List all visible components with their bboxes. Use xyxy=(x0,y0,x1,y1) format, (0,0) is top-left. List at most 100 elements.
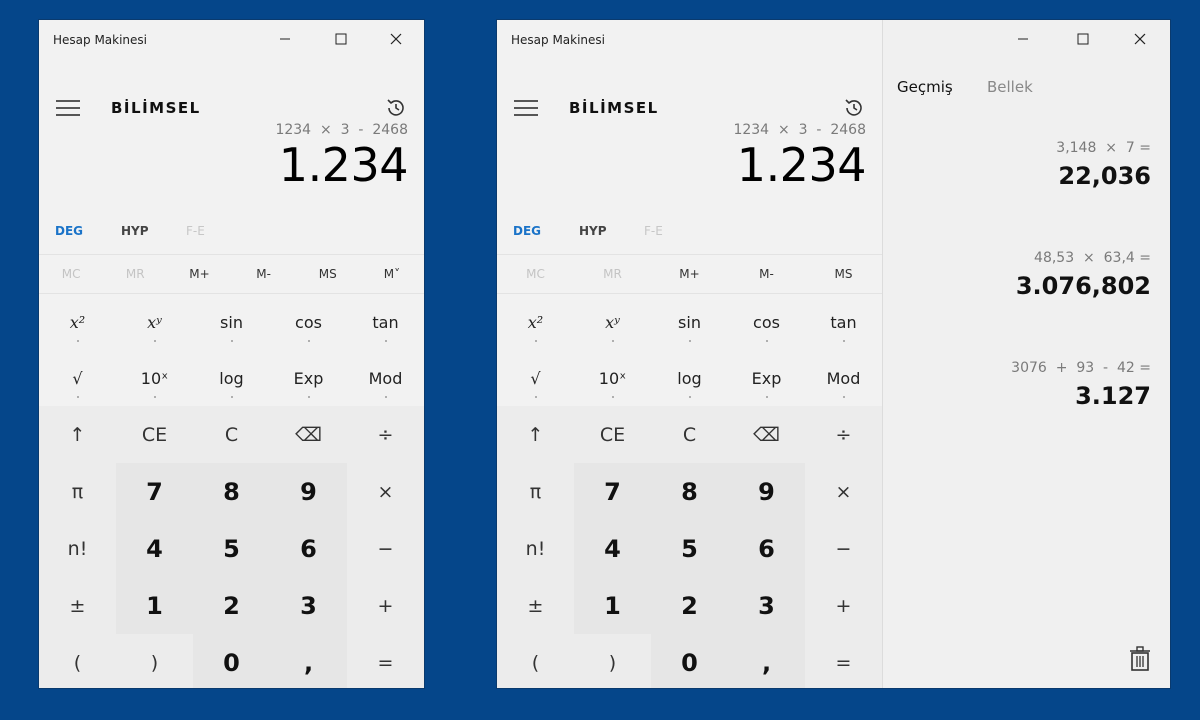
digit-4-button[interactable]: 4 xyxy=(574,520,651,577)
square-button[interactable]: x² xyxy=(497,294,574,350)
digit-2-button[interactable]: 2 xyxy=(651,577,728,634)
equals-button[interactable]: = xyxy=(805,634,882,688)
maximize-button[interactable] xyxy=(1058,24,1108,54)
square-button[interactable]: x² xyxy=(39,294,116,350)
cos-button[interactable]: cos xyxy=(270,294,347,350)
exp-button[interactable]: Exp xyxy=(728,350,805,406)
tan-button[interactable]: tan xyxy=(347,294,424,350)
digit-9-button[interactable]: 9 xyxy=(270,463,347,520)
cos-button[interactable]: cos xyxy=(728,294,805,350)
fe-button[interactable]: F-E xyxy=(644,224,663,238)
ten-power-button[interactable]: 10ˣ xyxy=(116,350,193,406)
maximize-button[interactable] xyxy=(316,24,366,54)
sqrt-button[interactable]: √ xyxy=(497,350,574,406)
pi-button[interactable]: π xyxy=(39,463,116,520)
ms-button[interactable]: MS xyxy=(296,255,360,293)
m-minus-button[interactable]: M- xyxy=(728,255,805,293)
ce-button[interactable]: CE xyxy=(574,406,651,463)
digit-3-button[interactable]: 3 xyxy=(728,577,805,634)
mr-button[interactable]: MR xyxy=(103,255,167,293)
digit-0-button[interactable]: 0 xyxy=(193,634,270,688)
tan-button[interactable]: tan xyxy=(805,294,882,350)
multiply-button[interactable]: × xyxy=(347,463,424,520)
digit-9-button[interactable]: 9 xyxy=(728,463,805,520)
memory-dropdown-button[interactable]: M˅ xyxy=(360,255,424,293)
digit-4-button[interactable]: 4 xyxy=(116,520,193,577)
plus-minus-button[interactable]: ± xyxy=(497,577,574,634)
digit-1-button[interactable]: 1 xyxy=(574,577,651,634)
divide-button[interactable]: ÷ xyxy=(347,406,424,463)
m-minus-button[interactable]: M- xyxy=(232,255,296,293)
sqrt-button[interactable]: √ xyxy=(39,350,116,406)
shift-button[interactable]: ↑ xyxy=(39,406,116,463)
clear-button[interactable]: C xyxy=(193,406,270,463)
equals-button[interactable]: = xyxy=(347,634,424,688)
hyp-button[interactable]: HYP xyxy=(579,224,607,238)
deg-button[interactable]: DEG xyxy=(55,224,83,238)
subtract-button[interactable]: − xyxy=(347,520,424,577)
hamburger-icon[interactable] xyxy=(513,98,539,118)
sin-button[interactable]: sin xyxy=(193,294,270,350)
add-button[interactable]: + xyxy=(805,577,882,634)
digit-6-button[interactable]: 6 xyxy=(270,520,347,577)
history-item[interactable]: 48,53 × 63,4 = 3.076,802 xyxy=(1016,250,1151,300)
digit-7-button[interactable]: 7 xyxy=(116,463,193,520)
mr-button[interactable]: MR xyxy=(574,255,651,293)
subtract-button[interactable]: − xyxy=(805,520,882,577)
digit-7-button[interactable]: 7 xyxy=(574,463,651,520)
mc-button[interactable]: MC xyxy=(497,255,574,293)
log-button[interactable]: log xyxy=(651,350,728,406)
factorial-button[interactable]: n! xyxy=(39,520,116,577)
pi-button[interactable]: π xyxy=(497,463,574,520)
digit-3-button[interactable]: 3 xyxy=(270,577,347,634)
backspace-button[interactable]: ⌫ xyxy=(728,406,805,463)
minimize-button[interactable] xyxy=(260,24,310,54)
ten-power-button[interactable]: 10ˣ xyxy=(574,350,651,406)
mod-button[interactable]: Mod xyxy=(347,350,424,406)
mc-button[interactable]: MC xyxy=(39,255,103,293)
open-paren-button[interactable]: ( xyxy=(497,634,574,688)
factorial-button[interactable]: n! xyxy=(497,520,574,577)
fe-button[interactable]: F-E xyxy=(186,224,205,238)
digit-6-button[interactable]: 6 xyxy=(728,520,805,577)
hamburger-icon[interactable] xyxy=(55,98,81,118)
history-icon[interactable] xyxy=(384,96,408,120)
digit-0-button[interactable]: 0 xyxy=(651,634,728,688)
power-button[interactable]: xʸ xyxy=(116,294,193,350)
digit-8-button[interactable]: 8 xyxy=(193,463,270,520)
decimal-button[interactable]: , xyxy=(270,634,347,688)
close-paren-button[interactable]: ) xyxy=(116,634,193,688)
exp-button[interactable]: Exp xyxy=(270,350,347,406)
close-button[interactable] xyxy=(371,24,421,54)
multiply-button[interactable]: × xyxy=(805,463,882,520)
m-plus-button[interactable]: M+ xyxy=(167,255,231,293)
add-button[interactable]: + xyxy=(347,577,424,634)
history-icon[interactable] xyxy=(842,96,866,120)
close-paren-button[interactable]: ) xyxy=(574,634,651,688)
tab-memory[interactable]: Bellek xyxy=(987,78,1033,96)
decimal-button[interactable]: , xyxy=(728,634,805,688)
sin-button[interactable]: sin xyxy=(651,294,728,350)
backspace-button[interactable]: ⌫ xyxy=(270,406,347,463)
ce-button[interactable]: CE xyxy=(116,406,193,463)
mod-button[interactable]: Mod xyxy=(805,350,882,406)
divide-button[interactable]: ÷ xyxy=(805,406,882,463)
hyp-button[interactable]: HYP xyxy=(121,224,149,238)
history-item[interactable]: 3,148 × 7 = 22,036 xyxy=(1056,140,1151,190)
shift-button[interactable]: ↑ xyxy=(497,406,574,463)
close-button[interactable] xyxy=(1115,24,1165,54)
digit-5-button[interactable]: 5 xyxy=(651,520,728,577)
clear-button[interactable]: C xyxy=(651,406,728,463)
log-button[interactable]: log xyxy=(193,350,270,406)
minimize-button[interactable] xyxy=(998,24,1048,54)
digit-2-button[interactable]: 2 xyxy=(193,577,270,634)
ms-button[interactable]: MS xyxy=(805,255,882,293)
power-button[interactable]: xʸ xyxy=(574,294,651,350)
tab-history[interactable]: Geçmiş xyxy=(897,78,953,96)
trash-icon[interactable] xyxy=(1129,646,1151,672)
digit-1-button[interactable]: 1 xyxy=(116,577,193,634)
deg-button[interactable]: DEG xyxy=(513,224,541,238)
digit-5-button[interactable]: 5 xyxy=(193,520,270,577)
plus-minus-button[interactable]: ± xyxy=(39,577,116,634)
m-plus-button[interactable]: M+ xyxy=(651,255,728,293)
